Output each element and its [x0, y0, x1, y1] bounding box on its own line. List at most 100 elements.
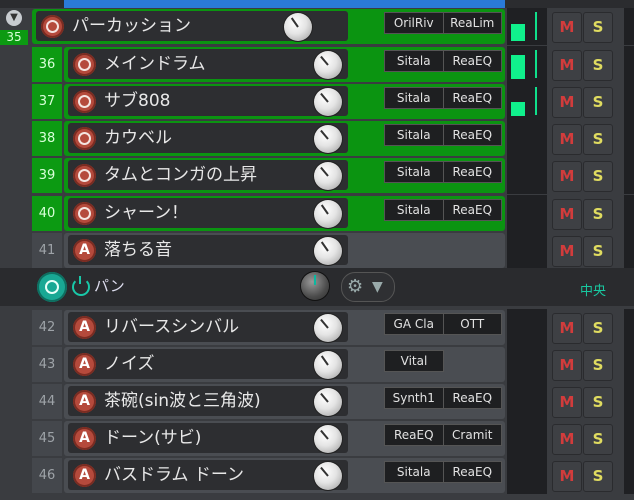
fx-slot[interactable]: ReaEQ — [444, 388, 502, 408]
fx-slot[interactable]: GA Cla — [385, 314, 444, 334]
fx-slot[interactable]: Sitala — [385, 51, 444, 71]
solo-button[interactable]: S — [583, 236, 613, 267]
mute-button[interactable]: M — [552, 50, 582, 81]
automation-icon[interactable]: A — [73, 464, 96, 487]
folder-collapse-icon[interactable]: ▼ — [6, 10, 22, 26]
record-arm-icon[interactable] — [73, 164, 96, 187]
record-arm-icon[interactable] — [73, 53, 96, 76]
volume-knob[interactable] — [314, 51, 342, 79]
fx-slot[interactable]: Sitala — [385, 462, 444, 482]
track-row[interactable]: 43 A ノイズ Vital M S — [0, 346, 634, 383]
automation-icon[interactable]: A — [73, 316, 96, 339]
fx-slot[interactable]: Sitala — [385, 88, 444, 108]
track-name-box[interactable]: A 茶碗(sin波と三角波) — [68, 386, 348, 416]
volume-knob[interactable] — [314, 200, 342, 228]
volume-knob[interactable] — [314, 314, 342, 342]
fx-slot[interactable]: ReaEQ — [444, 51, 502, 71]
fx-slot[interactable]: Sitala — [385, 200, 444, 220]
mute-button[interactable]: M — [552, 313, 582, 344]
solo-button[interactable]: S — [583, 12, 613, 43]
track-name-box[interactable]: A リバースシンバル — [68, 312, 348, 342]
volume-knob[interactable] — [314, 237, 342, 265]
track-name: パーカッション — [72, 16, 191, 36]
solo-button[interactable]: S — [583, 350, 613, 381]
pan-knob[interactable] — [301, 272, 329, 300]
mute-button[interactable]: M — [552, 350, 582, 381]
solo-button[interactable]: S — [583, 161, 613, 192]
envelope-settings-button[interactable]: ⚙ ▼ — [341, 272, 395, 302]
record-arm-icon[interactable] — [73, 202, 96, 225]
volume-knob[interactable] — [314, 351, 342, 379]
mute-button[interactable]: M — [552, 161, 582, 192]
track-row[interactable]: 38 カウベル Sitala ReaEQ M S — [0, 120, 634, 157]
solo-button[interactable]: S — [583, 87, 613, 118]
automation-icon[interactable]: A — [73, 239, 96, 262]
record-arm-icon[interactable] — [73, 90, 96, 113]
mute-button[interactable]: M — [552, 236, 582, 267]
fx-slot[interactable]: Sitala — [385, 162, 444, 182]
volume-knob[interactable] — [314, 462, 342, 490]
power-icon[interactable] — [72, 276, 90, 296]
track-row[interactable]: 35 パーカッション OrilRiv ReaLim M S — [0, 8, 634, 45]
fx-slot[interactable]: ReaEQ — [444, 462, 502, 482]
right-meter — [624, 157, 634, 194]
track-row[interactable]: 46 A バスドラム ドーン Sitala ReaEQ M S — [0, 457, 634, 494]
fx-slot[interactable]: Vital — [385, 351, 443, 371]
fx-slot[interactable]: ReaEQ — [444, 162, 502, 182]
track-name-box[interactable]: サブ808 — [68, 86, 348, 116]
volume-knob[interactable] — [314, 162, 342, 190]
volume-knob[interactable] — [314, 388, 342, 416]
automation-icon[interactable]: A — [73, 390, 96, 413]
volume-knob[interactable] — [314, 88, 342, 116]
mute-button[interactable]: M — [552, 87, 582, 118]
fx-slot[interactable]: OTT — [444, 314, 502, 334]
mute-button[interactable]: M — [552, 12, 582, 43]
fx-slot[interactable]: ReaEQ — [385, 425, 444, 445]
mute-button[interactable]: M — [552, 424, 582, 455]
track-row[interactable]: 37 サブ808 Sitala ReaEQ M S — [0, 83, 634, 120]
mute-button[interactable]: M — [552, 461, 582, 492]
track-name-box[interactable]: A 落ちる音 — [68, 235, 348, 265]
mute-button[interactable]: M — [552, 387, 582, 418]
track-row[interactable]: 39 タムとコンガの上昇 Sitala ReaEQ M S — [0, 157, 634, 194]
solo-button[interactable]: S — [583, 461, 613, 492]
envelope-arm-icon[interactable] — [37, 272, 67, 302]
automation-icon[interactable]: A — [73, 353, 96, 376]
mute-button[interactable]: M — [552, 124, 582, 155]
track-name-box[interactable]: シャーン！ — [68, 198, 348, 228]
record-arm-icon[interactable] — [41, 15, 64, 38]
fx-slot[interactable]: ReaLim — [444, 13, 502, 33]
solo-button[interactable]: S — [583, 387, 613, 418]
automation-icon[interactable]: A — [73, 427, 96, 450]
fx-slot[interactable]: Sitala — [385, 125, 444, 145]
track-name-box[interactable]: カウベル — [68, 123, 348, 153]
solo-button[interactable]: S — [583, 124, 613, 155]
fx-slot[interactable]: ReaEQ — [444, 200, 502, 220]
track-row[interactable]: 44 A 茶碗(sin波と三角波) Synth1 ReaEQ M S — [0, 383, 634, 420]
track-row[interactable]: 42 A リバースシンバル GA Cla OTT M S — [0, 309, 634, 346]
fx-slot[interactable]: ReaEQ — [444, 125, 502, 145]
volume-knob[interactable] — [314, 125, 342, 153]
fx-slot[interactable]: OrilRiv — [385, 13, 444, 33]
record-arm-icon[interactable] — [73, 127, 96, 150]
track-row[interactable]: 45 A ドーン(サビ) ReaEQ Cramit M S — [0, 420, 634, 457]
solo-button[interactable]: S — [583, 424, 613, 455]
track-row[interactable]: 40 シャーン！ Sitala ReaEQ M S — [0, 195, 634, 232]
gear-icon: ⚙ — [347, 276, 364, 297]
volume-knob[interactable] — [314, 425, 342, 453]
solo-button[interactable]: S — [583, 313, 613, 344]
track-name-box[interactable]: A ドーン(サビ) — [68, 423, 348, 453]
fx-slot[interactable]: Cramit — [444, 425, 502, 445]
fx-slot[interactable]: ReaEQ — [444, 88, 502, 108]
track-name-box[interactable]: A ノイズ — [68, 349, 348, 379]
mute-button[interactable]: M — [552, 199, 582, 230]
track-name-box[interactable]: メインドラム — [68, 49, 348, 79]
solo-button[interactable]: S — [583, 50, 613, 81]
track-row[interactable]: 41 A 落ちる音 M S — [0, 232, 634, 269]
fx-slot[interactable]: Synth1 — [385, 388, 444, 408]
volume-knob[interactable] — [284, 13, 312, 41]
track-name-box[interactable]: A バスドラム ドーン — [68, 460, 348, 490]
track-row[interactable]: 36 メインドラム Sitala ReaEQ M S — [0, 46, 634, 83]
track-name-box[interactable]: タムとコンガの上昇 — [68, 160, 348, 190]
solo-button[interactable]: S — [583, 199, 613, 230]
